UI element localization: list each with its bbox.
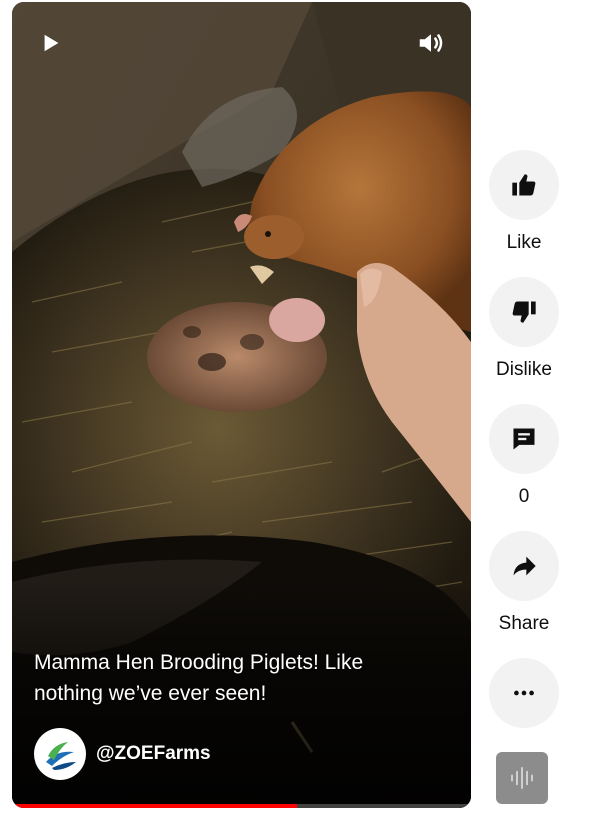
volume-icon — [419, 34, 443, 52]
more-horizontal-icon — [514, 690, 534, 696]
progress-bar-fill — [12, 804, 297, 808]
comments-action: 0 — [488, 404, 560, 508]
channel-name[interactable]: @ZOEFarms — [96, 743, 211, 765]
comment-icon — [513, 428, 535, 450]
sound-button[interactable] — [496, 752, 548, 804]
channel-avatar[interactable] — [34, 728, 86, 780]
more-action — [488, 658, 560, 728]
volume-button[interactable] — [414, 26, 448, 60]
dislike-button[interactable] — [489, 277, 559, 347]
thumbs-up-icon — [512, 174, 536, 196]
thumbs-down-icon — [512, 301, 536, 323]
sound-waveform-icon — [511, 767, 533, 789]
dislike-action: Dislike — [488, 277, 560, 381]
progress-bar[interactable] — [12, 804, 471, 808]
shorts-viewer: Mamma Hen Brooding Piglets! Like nothing… — [0, 0, 600, 815]
play-icon — [44, 34, 59, 52]
dislike-label: Dislike — [496, 359, 552, 380]
comments-count: 0 — [518, 486, 530, 507]
more-options-button[interactable] — [489, 658, 559, 728]
like-button[interactable] — [489, 150, 559, 220]
video-title[interactable]: Mamma Hen Brooding Piglets! Like nothing… — [34, 647, 434, 709]
share-button[interactable] — [489, 531, 559, 601]
comments-button[interactable] — [489, 404, 559, 474]
share-action: Share — [488, 531, 560, 635]
channel-link[interactable]: @ZOEFarms — [34, 728, 211, 780]
share-label: Share — [498, 613, 550, 634]
like-action: Like — [488, 150, 560, 254]
share-arrow-icon — [513, 556, 536, 576]
like-label: Like — [506, 232, 542, 253]
zoe-farms-logo-icon — [39, 733, 81, 775]
play-button[interactable] — [34, 26, 68, 60]
video-player[interactable]: Mamma Hen Brooding Piglets! Like nothing… — [12, 2, 471, 808]
